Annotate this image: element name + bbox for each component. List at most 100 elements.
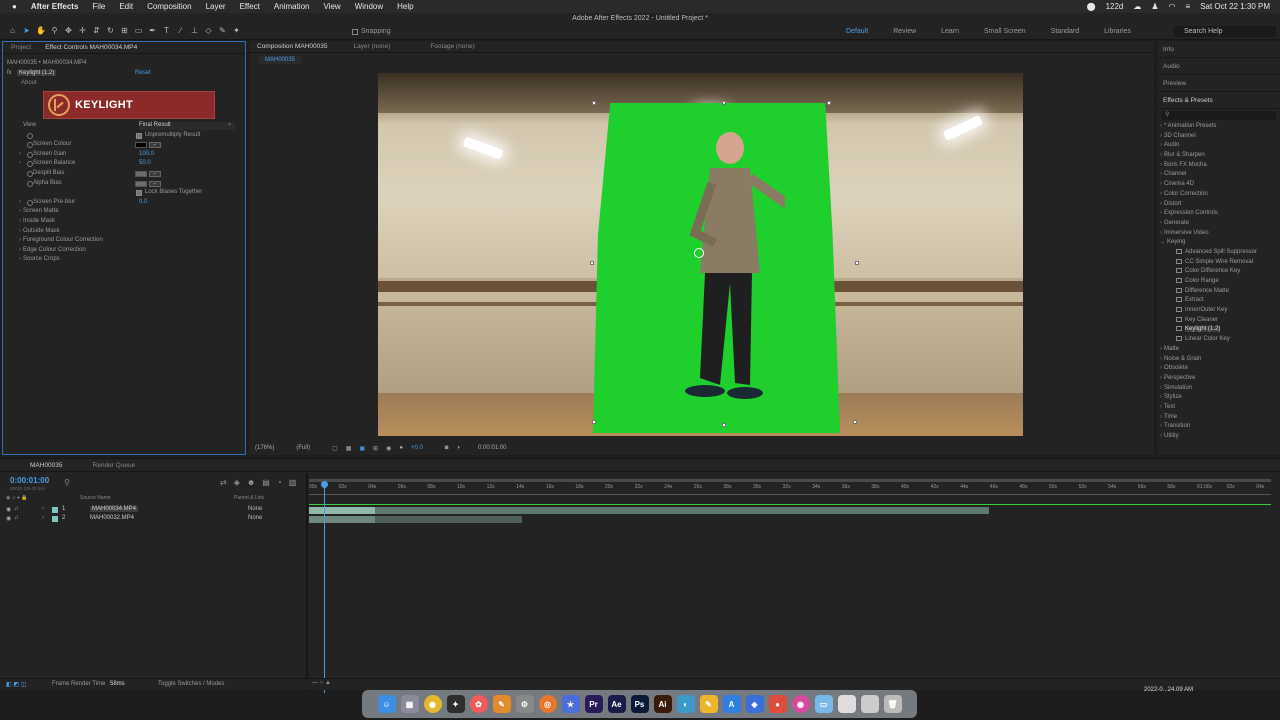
dock-document-icon[interactable] xyxy=(837,695,856,713)
effect-item[interactable]: Key Cleaner xyxy=(1160,316,1280,326)
user-icon[interactable]: ♟ xyxy=(1151,2,1158,11)
audio-panel-tab[interactable]: Audio xyxy=(1157,58,1280,75)
effect-category[interactable]: › Text xyxy=(1160,403,1280,413)
effect-item[interactable]: Linear Color Key xyxy=(1160,335,1280,345)
parent-link-header[interactable]: Parent & Link xyxy=(234,495,264,501)
dock-photos-icon[interactable]: ✿ xyxy=(469,695,488,713)
effect-category[interactable]: › Color Correction xyxy=(1160,190,1280,200)
puppet-tool-icon[interactable]: ✦ xyxy=(232,26,241,35)
mask-vertex[interactable] xyxy=(722,423,726,427)
mask-vertex[interactable] xyxy=(722,101,726,105)
workspace-small-screen[interactable]: Small Screen xyxy=(984,28,1026,35)
workspace-standard[interactable]: Standard xyxy=(1051,28,1079,35)
layer-label-color[interactable] xyxy=(52,516,58,522)
eye-icon[interactable]: ◉ xyxy=(6,515,11,522)
mask-vertex[interactable] xyxy=(590,261,594,265)
effect-item[interactable]: Extract xyxy=(1160,296,1280,306)
timeline-divider[interactable] xyxy=(306,473,308,691)
pan-tool-icon[interactable]: ✛ xyxy=(78,26,87,35)
dock-premiere-icon[interactable]: Pr xyxy=(584,695,603,713)
transparency-grid-icon[interactable]: ▦ xyxy=(346,445,352,452)
clone-stamp-tool-icon[interactable]: ⊥ xyxy=(190,26,199,35)
effect-item[interactable]: Difference Matte xyxy=(1160,287,1280,297)
screen-gain-value[interactable]: 100.0 xyxy=(139,151,154,157)
layer-row[interactable]: ◉ ♫ › 2 MAH00032.MP4 None xyxy=(0,515,306,524)
expand-arrow-icon[interactable]: › xyxy=(19,237,21,243)
dock-trash-icon[interactable]: 🗑 xyxy=(883,695,902,713)
effect-item[interactable]: Inner/Outer Key xyxy=(1160,306,1280,316)
dock-folder-icon[interactable]: ▭ xyxy=(814,695,833,713)
show-snapshot-icon[interactable]: ◑ xyxy=(456,445,460,451)
dock-after-effects-icon[interactable]: Ae xyxy=(607,695,626,713)
toggle-switches-button[interactable]: Toggle Switches / Modes xyxy=(158,681,224,687)
menu-help[interactable]: Help xyxy=(397,2,413,11)
dolly-tool-icon[interactable]: ⇵ xyxy=(92,26,101,35)
tab-composition[interactable]: Composition MAH00035 xyxy=(257,43,327,50)
dock-notes-icon[interactable]: ★ xyxy=(561,695,580,713)
dock-app-icon[interactable]: ◉ xyxy=(791,695,810,713)
effect-item[interactable]: CC Simple Wire Removal xyxy=(1160,258,1280,268)
screen-preblur-value[interactable]: 0.0 xyxy=(139,199,147,205)
view-dropdown[interactable]: Final Result xyxy=(139,120,235,130)
expand-arrow-icon[interactable]: › xyxy=(19,199,21,205)
composition-canvas[interactable] xyxy=(378,73,1023,436)
dock-safari-icon[interactable]: ✦ xyxy=(446,695,465,713)
effect-category[interactable]: › Obsolete xyxy=(1160,364,1280,374)
dock-settings-icon[interactable]: ⚙ xyxy=(515,695,534,713)
eyedropper-icon[interactable]: ⌐ xyxy=(149,170,161,177)
effect-category[interactable]: › Noise & Grain xyxy=(1160,355,1280,365)
effect-category[interactable]: › Boris FX Mocha xyxy=(1160,161,1280,171)
workspace-learn[interactable]: Learn xyxy=(941,28,959,35)
menu-effect[interactable]: Effect xyxy=(240,2,260,11)
expand-arrow-icon[interactable]: › xyxy=(19,151,21,157)
snapping-checkbox[interactable] xyxy=(352,28,358,35)
workspace-review[interactable]: Review xyxy=(893,28,916,35)
unpremultiply-checkbox[interactable] xyxy=(136,132,142,139)
comp-flowchart-icon[interactable]: ⇄ xyxy=(220,478,227,487)
group-edge-colour-correction[interactable]: › Edge Colour Correction xyxy=(9,247,245,257)
anchor-point-icon[interactable] xyxy=(694,248,704,258)
region-of-interest-icon[interactable]: ▢ xyxy=(332,445,338,452)
battery-status[interactable]: 122d xyxy=(1106,2,1124,11)
wifi-icon[interactable]: ◠ xyxy=(1169,2,1176,11)
effect-item-selected[interactable]: Keylight (1.2) xyxy=(1160,325,1280,335)
menu-edit[interactable]: Edit xyxy=(119,2,133,11)
layer-bar-1[interactable] xyxy=(309,507,989,514)
effect-category[interactable]: › Expression Controls xyxy=(1160,209,1280,219)
expand-arrow-icon[interactable]: › xyxy=(19,218,21,224)
selection-tool-icon[interactable]: ➤ xyxy=(22,26,31,35)
effect-category[interactable]: › Simulation xyxy=(1160,384,1280,394)
audio-icon[interactable]: ♫ xyxy=(14,506,19,512)
type-tool-icon[interactable]: T xyxy=(162,26,171,35)
menu-app-name[interactable]: After Effects xyxy=(31,2,79,11)
source-name-header[interactable]: Source Name xyxy=(80,495,111,501)
effect-category[interactable]: › Transition xyxy=(1160,422,1280,432)
expand-arrow-icon[interactable]: › xyxy=(19,160,21,166)
effect-category[interactable]: › Blur & Sharpen xyxy=(1160,151,1280,161)
snapping-toggle[interactable]: Snapping xyxy=(352,28,391,35)
mask-visibility-icon[interactable]: ▣ xyxy=(359,445,365,452)
reset-link[interactable]: Reset xyxy=(135,70,151,76)
stopwatch-icon[interactable] xyxy=(27,132,33,139)
dock-document-icon[interactable] xyxy=(860,695,879,713)
dock-app-icon[interactable]: ◐ xyxy=(676,695,695,713)
mask-vertex[interactable] xyxy=(592,420,596,424)
effect-category[interactable]: › Stylize xyxy=(1160,393,1280,403)
preview-panel-tab[interactable]: Preview xyxy=(1157,75,1280,92)
dock-blender-icon[interactable]: ◎ xyxy=(538,695,557,713)
expand-arrow-icon[interactable]: › xyxy=(42,506,44,512)
resolution-dropdown[interactable]: (Full) xyxy=(296,445,310,451)
eye-icon[interactable]: ◉ xyxy=(6,506,11,513)
orbit-tool-icon[interactable]: ✥ xyxy=(64,26,73,35)
info-panel-tab[interactable]: Info xyxy=(1157,41,1280,58)
record-icon[interactable]: ⬤ xyxy=(1087,2,1096,11)
effect-item[interactable]: Color Difference Key xyxy=(1160,267,1280,277)
effect-category[interactable]: › Generate xyxy=(1160,219,1280,229)
menu-view[interactable]: View xyxy=(323,2,340,11)
expand-arrow-icon[interactable]: › xyxy=(19,228,21,234)
effects-presets-tab[interactable]: Effects & Presets xyxy=(1157,92,1280,109)
hand-tool-icon[interactable]: ✋ xyxy=(36,26,46,35)
expand-arrow-icon[interactable]: › xyxy=(42,515,44,521)
effect-category[interactable]: › Utility xyxy=(1160,432,1280,442)
menu-layer[interactable]: Layer xyxy=(206,2,226,11)
